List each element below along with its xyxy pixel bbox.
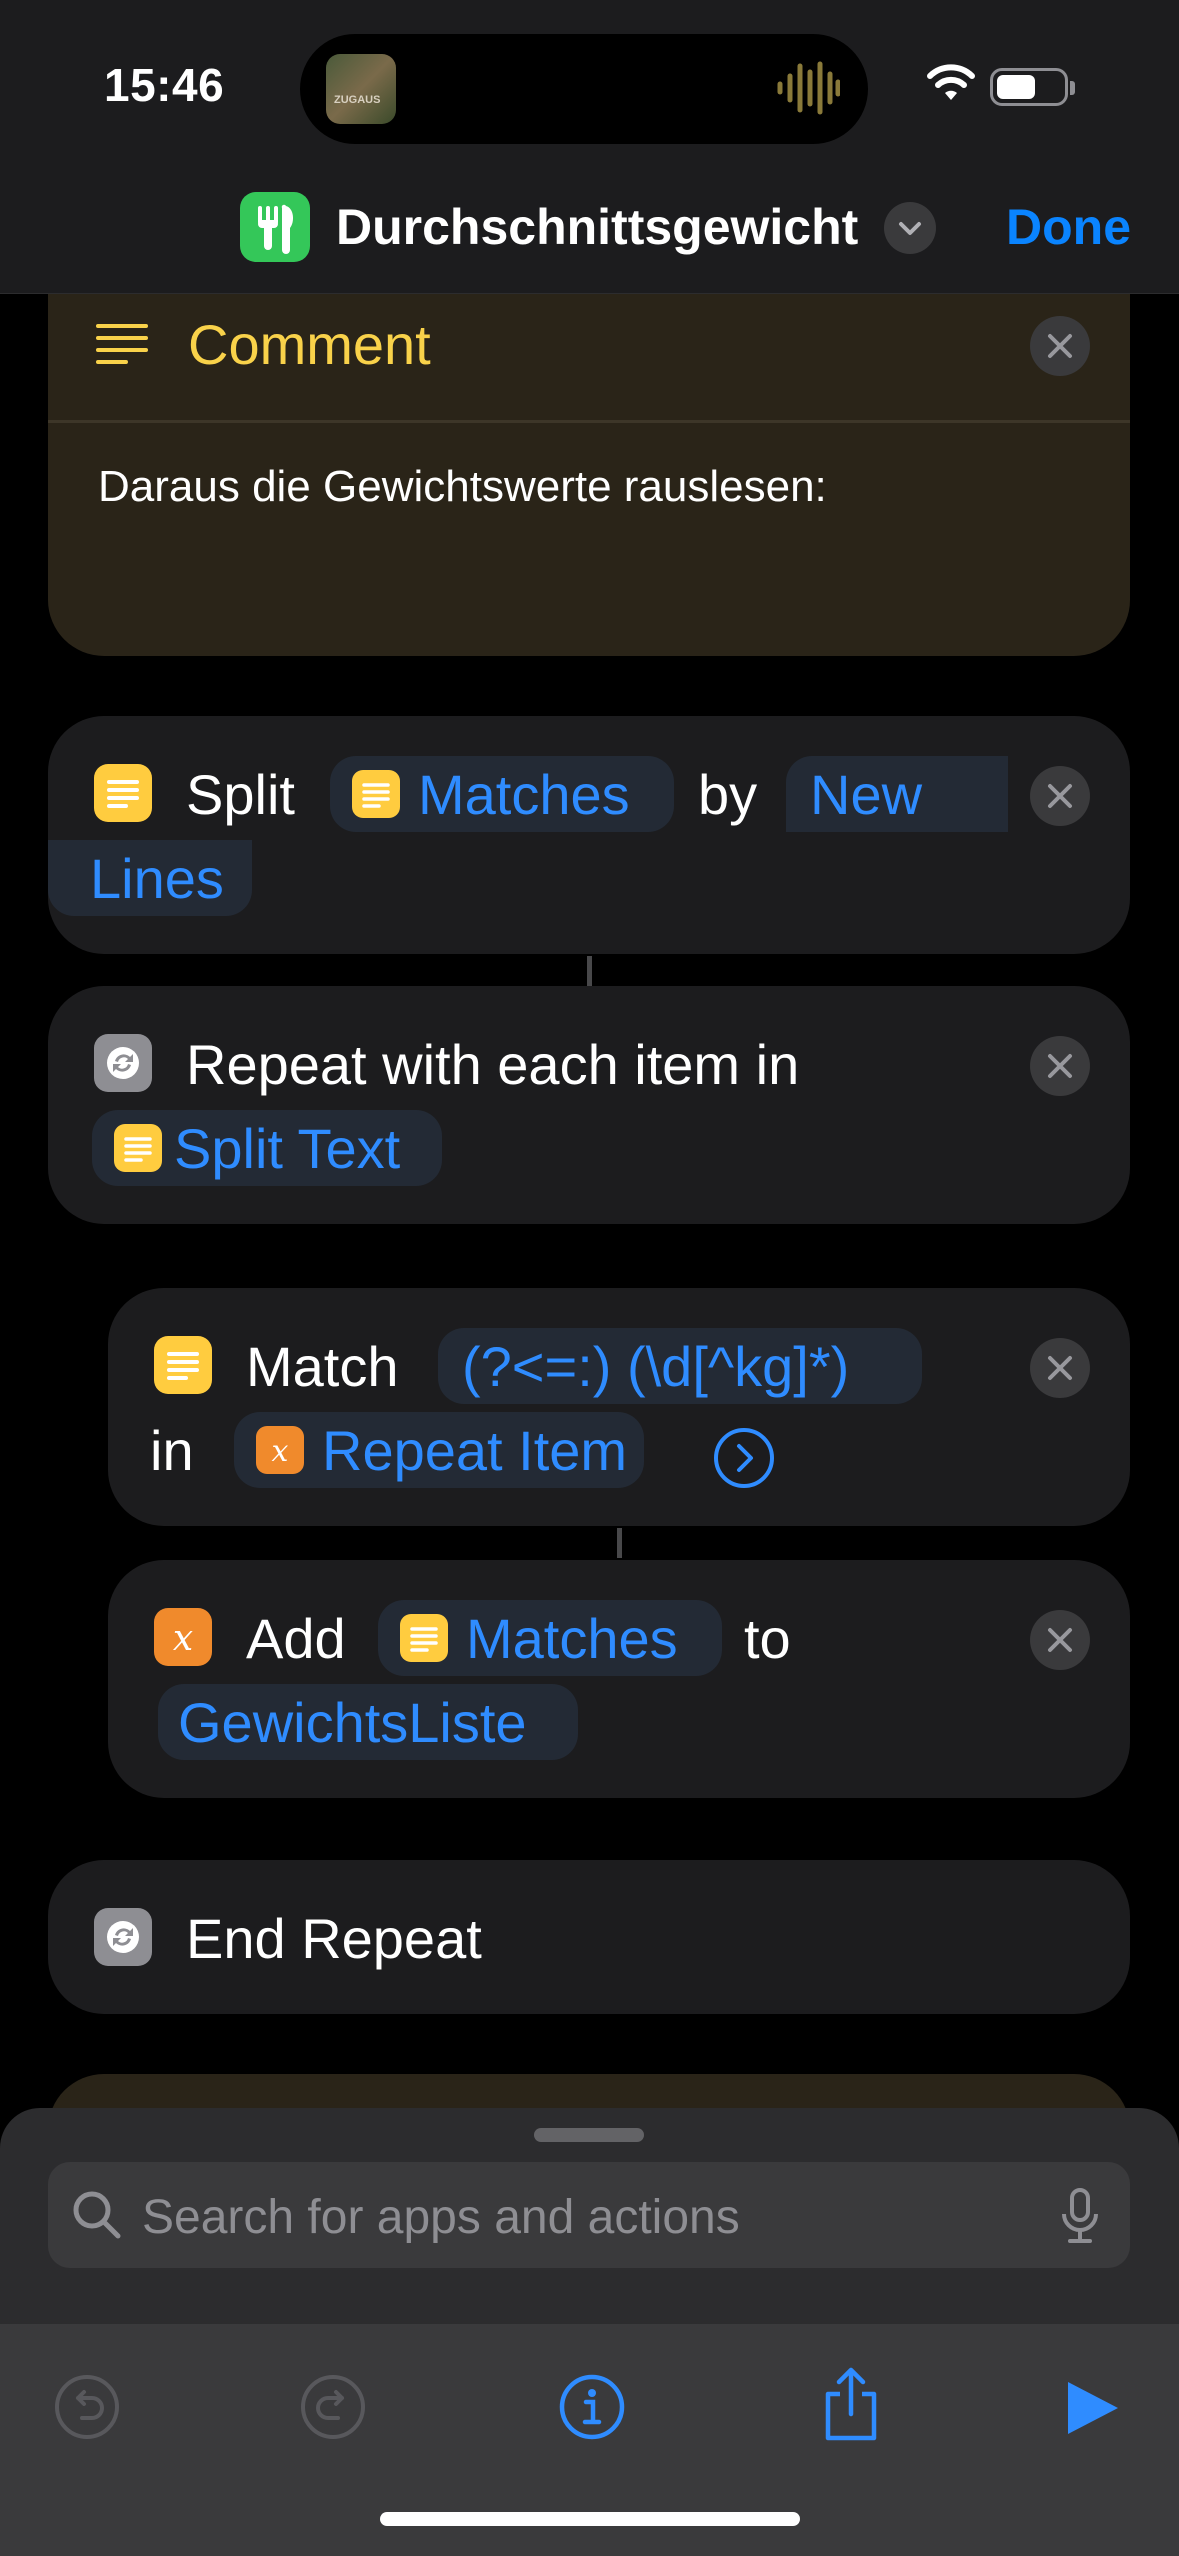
text-action-icon [94,764,152,822]
search-placeholder: Search for apps and actions [142,2191,740,2244]
variable-action-icon: x [154,1608,212,1666]
repeat-icon [94,1908,152,1966]
shortcut-app-icon[interactable] [240,192,310,262]
by-label: by [698,763,758,826]
add-verb: Add [246,1607,346,1670]
action-connector [617,1528,622,1558]
matches-variable-token[interactable]: Matches [330,756,674,832]
match-verb: Match [246,1335,399,1398]
title-menu-button[interactable] [884,202,936,254]
share-icon[interactable] [816,2364,886,2444]
matches-variable-token[interactable]: Matches [378,1600,722,1676]
chevron-down-icon [899,222,921,235]
close-icon [1048,334,1072,358]
text-variable-icon [352,770,400,818]
action-search-sheet: Search for apps and actions [0,2108,1179,2556]
repeat-each-action[interactable]: Repeat with each item in Split Text [48,986,1130,1224]
battery-icon [990,68,1075,106]
home-indicator[interactable] [380,2512,800,2526]
split-text-action[interactable]: Split Matches by New Lines [48,716,1130,954]
repeat-item-variable-token[interactable]: x Repeat Item [234,1412,644,1488]
navigation-header: 15:46 ZUGAUS Durchschnittsgewicht Done [0,0,1179,294]
play-icon[interactable] [1060,2376,1124,2440]
sheet-grabber[interactable] [534,2128,644,2142]
status-time: 15:46 [104,59,225,111]
microphone-icon[interactable] [1060,2186,1100,2246]
comment-action[interactable]: Comment Daraus die Gewichtswerte rausles… [48,260,1130,656]
info-icon[interactable] [557,2372,627,2442]
done-button[interactable]: Done [1006,198,1131,256]
search-input[interactable]: Search for apps and actions [48,2162,1130,2268]
separator-token-continued[interactable]: Lines [48,840,252,916]
repeat-icon [94,1034,152,1092]
svg-text:x: x [272,1434,289,1469]
action-connector [587,956,592,986]
split-text-variable-token[interactable]: Split Text [92,1110,442,1186]
regex-pattern-token[interactable]: (?<=:) (\d[^kg]*) [438,1328,922,1404]
divider [48,420,1130,423]
text-lines-icon [96,324,148,364]
split-verb: Split [186,763,295,826]
close-icon [1048,784,1072,808]
text-variable-icon [114,1124,162,1172]
text-variable-icon [400,1614,448,1662]
text-action-icon [154,1336,212,1394]
search-icon [73,2191,121,2239]
separator-token[interactable]: New [786,756,1008,832]
fork-knife-icon [258,204,294,254]
close-icon [1048,1054,1072,1078]
comment-title: Comment [188,313,431,376]
undo-icon[interactable] [52,2372,122,2442]
expand-options-chevron-icon[interactable] [712,1426,776,1490]
match-text-action[interactable]: Match (?<=:) (\d[^kg]*) in x Repeat Item [108,1288,1130,1526]
now-playing-artwork: ZUGAUS [326,54,396,124]
remove-action-button[interactable] [1030,766,1090,826]
audio-waveform-icon [777,61,840,115]
shortcut-title[interactable]: Durchschnittsgewicht [336,198,858,256]
end-repeat-label: End Repeat [186,1907,482,1970]
svg-text:x: x [173,1618,193,1659]
in-label: in [150,1419,194,1482]
variable-icon: x [256,1426,304,1474]
remove-action-button[interactable] [1030,1036,1090,1096]
remove-action-button[interactable] [1030,316,1090,376]
remove-action-button[interactable] [1030,1610,1090,1670]
wifi-icon [927,64,975,100]
to-label: to [744,1607,791,1670]
remove-action-button[interactable] [1030,1338,1090,1398]
end-repeat-action[interactable]: End Repeat [48,1860,1130,2014]
close-icon [1048,1356,1072,1380]
repeat-label: Repeat with each item in [186,1033,800,1096]
redo-icon[interactable] [298,2372,368,2442]
close-icon [1048,1628,1072,1652]
comment-text-field[interactable]: Daraus die Gewichtswerte rauslesen: [98,462,827,512]
add-to-variable-action[interactable]: x Add Matches to GewichtsListe [108,1560,1130,1798]
target-variable-token[interactable]: GewichtsListe [158,1684,578,1760]
